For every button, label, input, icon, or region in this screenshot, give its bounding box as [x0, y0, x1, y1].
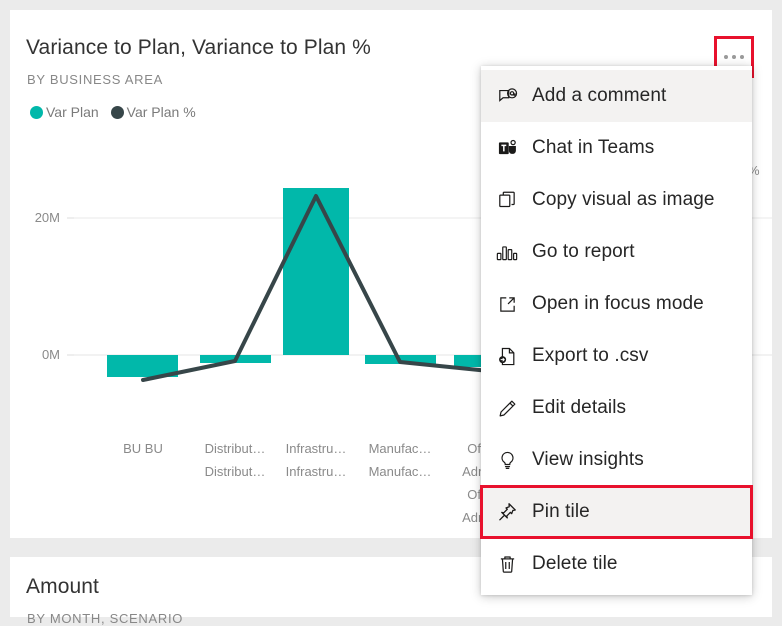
menu-item-label: Chat in Teams	[532, 137, 655, 158]
legend-label: Var Plan %	[126, 104, 196, 120]
menu-item-pin-tile[interactable]: Pin tile	[480, 485, 753, 539]
tile-title: Amount	[26, 575, 99, 598]
teams-icon	[492, 136, 522, 160]
comment-mention-icon	[492, 84, 522, 108]
lightbulb-icon	[492, 448, 522, 472]
ellipsis-icon	[724, 55, 744, 59]
x-label-line2: Infrastru…	[286, 464, 347, 479]
y-tick-0m: 0M	[42, 347, 60, 362]
legend-swatch-icon	[30, 105, 43, 119]
menu-item-chat-in-teams[interactable]: Chat in Teams	[481, 122, 752, 174]
x-label-line2: Manufac…	[369, 464, 432, 479]
x-label-line1: Distribut…	[205, 441, 266, 456]
y-tick-20m: 20M	[35, 210, 60, 225]
x-label-line1: BU BU	[123, 441, 163, 456]
pencil-icon	[492, 396, 522, 420]
tile-subtitle: BY MONTH, SCENARIO	[27, 611, 184, 626]
legend-item-var-plan[interactable]: Var Plan	[30, 104, 99, 120]
menu-item-view-insights[interactable]: View insights	[481, 434, 752, 486]
bar	[283, 188, 349, 355]
legend-label: Var Plan	[46, 104, 99, 120]
menu-item-label: View insights	[532, 449, 644, 470]
menu-item-label: Add a comment	[532, 85, 667, 106]
menu-item-label: Delete tile	[532, 553, 618, 574]
tile-title: Variance to Plan, Variance to Plan %	[26, 36, 371, 59]
legend-swatch-icon	[110, 105, 124, 119]
menu-item-go-to-report[interactable]: Go to report	[481, 226, 752, 278]
menu-item-open-in-focus-mode[interactable]: Open in focus mode	[481, 278, 752, 330]
x-label-line1: Manufac…	[369, 441, 432, 456]
menu-item-label: Open in focus mode	[532, 293, 704, 314]
menu-item-label: Pin tile	[532, 501, 590, 522]
legend-item-var-plan-pct[interactable]: Var Plan %	[110, 104, 196, 120]
menu-item-label: Go to report	[532, 241, 635, 262]
export-file-icon	[492, 344, 522, 368]
x-axis-labels: BU BU Distribut… Distribut… Infrastru… I…	[123, 441, 512, 525]
menu-item-label: Edit details	[532, 397, 627, 418]
copy-icon	[492, 188, 522, 212]
menu-item-label: Copy visual as image	[532, 189, 715, 210]
visual-context-menu[interactable]: Add a comment Chat in Teams Copy visual …	[480, 66, 753, 595]
menu-item-edit-details[interactable]: Edit details	[481, 382, 752, 434]
x-label-line1: Infrastru…	[286, 441, 347, 456]
pin-icon	[492, 500, 522, 524]
menu-item-copy-visual-as-image[interactable]: Copy visual as image	[481, 174, 752, 226]
x-label-line2: Distribut…	[205, 464, 266, 479]
menu-item-label: Export to .csv	[532, 345, 649, 366]
focus-mode-icon	[492, 292, 522, 316]
bar-chart-icon	[492, 240, 522, 264]
trash-icon	[492, 552, 522, 576]
menu-item-delete-tile[interactable]: Delete tile	[481, 538, 752, 590]
menu-item-export-to-csv[interactable]: Export to .csv	[481, 330, 752, 382]
menu-item-add-a-comment[interactable]: Add a comment	[481, 70, 752, 122]
chart-legend: Var Plan Var Plan %	[30, 104, 196, 120]
tile-subtitle: BY BUSINESS AREA	[27, 72, 163, 87]
